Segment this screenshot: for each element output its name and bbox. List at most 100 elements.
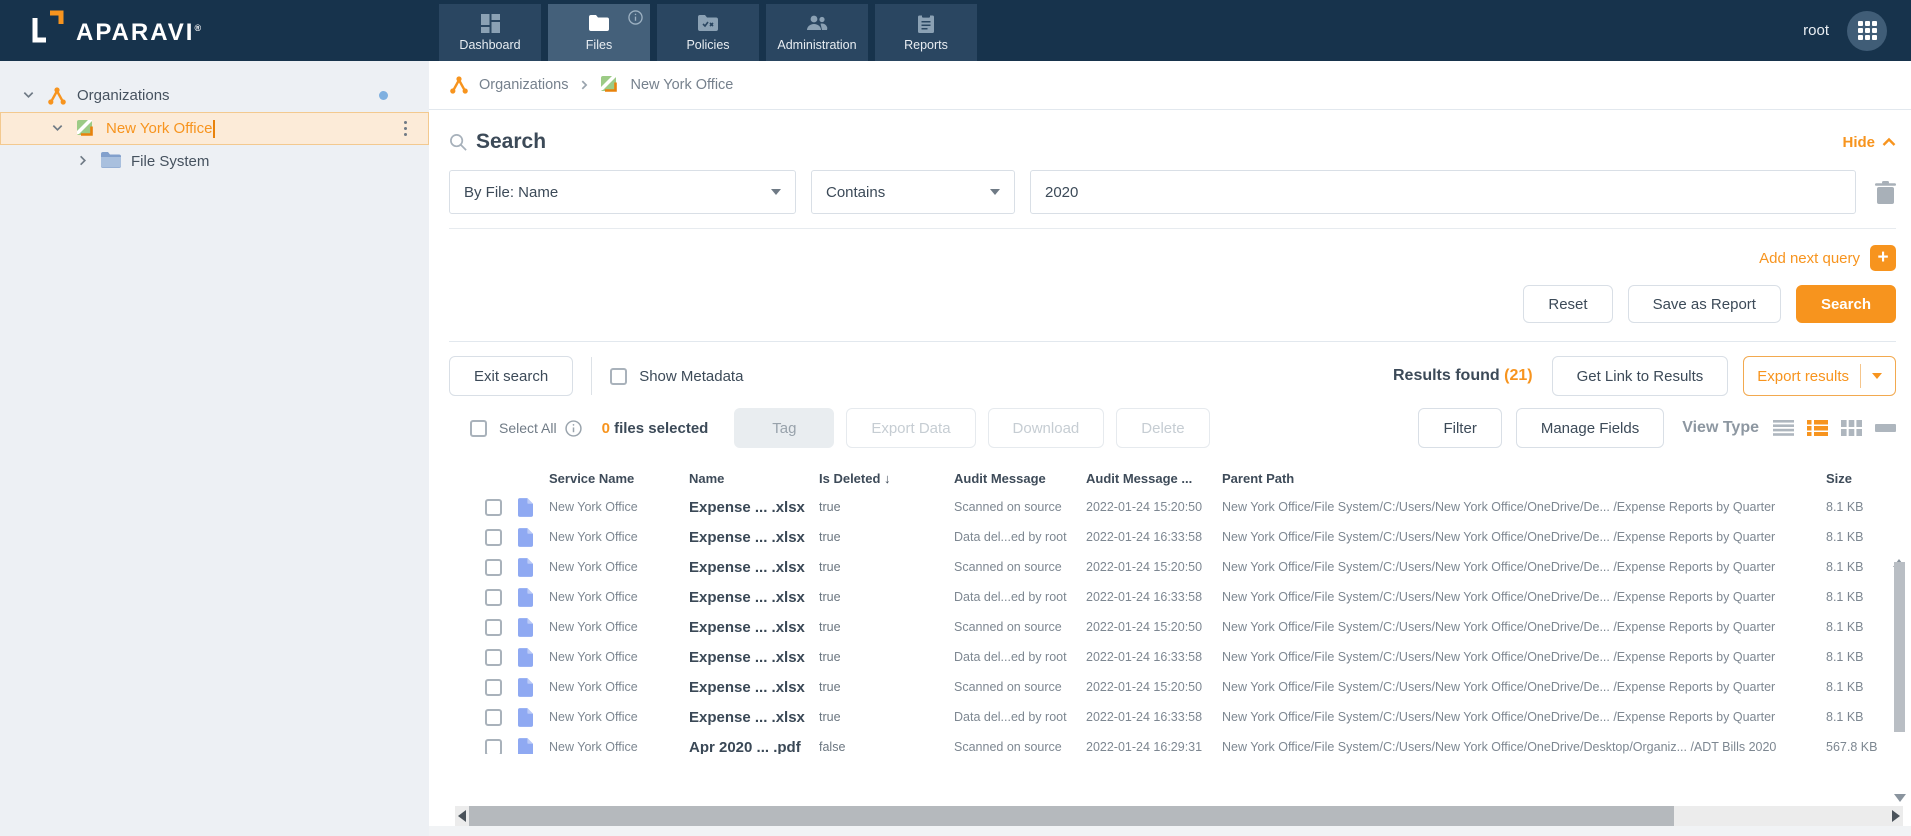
row-checkbox[interactable] [485, 618, 502, 636]
table-row[interactable]: New York Office Expense ... .xlsx true S… [429, 612, 1911, 642]
header-audit-message-time[interactable]: Audit Message ... [1086, 471, 1222, 486]
view-type-switcher [1773, 420, 1896, 436]
show-metadata-checkbox[interactable] [610, 367, 628, 385]
people-icon [806, 13, 828, 33]
row-checkbox[interactable] [485, 558, 502, 576]
manage-fields-button[interactable]: Manage Fields [1515, 408, 1665, 448]
app-grid-button[interactable] [1847, 10, 1887, 51]
chevron-down-icon[interactable] [51, 121, 66, 136]
horizontal-scroll-thumb[interactable] [469, 806, 1674, 826]
cell-audit-message-time: 2022-01-24 16:33:58 [1086, 530, 1203, 544]
table-row[interactable]: New York Office Expense ... .xlsx true D… [429, 522, 1911, 552]
vertical-scroll-thumb[interactable] [1894, 562, 1905, 732]
cell-name: Expense ... .xlsx [689, 678, 805, 696]
export-results-button[interactable]: Export results [1743, 356, 1896, 396]
tab-policies[interactable]: Policies [657, 4, 759, 61]
header-audit-message[interactable]: Audit Message [954, 471, 1086, 486]
cell-audit-message: Scanned on source [954, 500, 1062, 514]
file-icon [518, 737, 533, 754]
cell-parent-path: New York Office/File System/C:/Users/New… [1222, 710, 1776, 724]
vertical-scrollbar[interactable] [1893, 542, 1906, 802]
row-checkbox[interactable] [485, 498, 502, 516]
select-all-checkbox[interactable] [470, 419, 487, 437]
filter-button[interactable]: Filter [1418, 408, 1502, 448]
kebab-menu-icon[interactable] [401, 118, 411, 140]
row-checkbox[interactable] [485, 708, 502, 726]
aparavi-logo: APARAVI® [30, 9, 201, 52]
header-name[interactable]: Name [689, 471, 819, 486]
sidebar-item-label: File System [131, 153, 210, 170]
tab-files[interactable]: Files [548, 4, 650, 61]
export-data-button[interactable]: Export Data [846, 408, 976, 448]
cell-name: Expense ... .xlsx [689, 618, 805, 636]
save-as-report-button[interactable]: Save as Report [1627, 285, 1781, 323]
breadcrumb-organizations[interactable]: Organizations [479, 77, 568, 93]
sort-descending-icon: ↓ [884, 470, 891, 486]
table-row[interactable]: New York Office Expense ... .xlsx true D… [429, 582, 1911, 612]
cell-audit-message-time: 2022-01-24 15:20:50 [1086, 500, 1203, 514]
query-value-input[interactable] [1030, 170, 1856, 214]
exit-search-button[interactable]: Exit search [449, 356, 574, 396]
table-row[interactable]: New York Office Apr 2020 ... .pdf false … [429, 732, 1911, 754]
horizontal-scrollbar[interactable] [455, 806, 1903, 826]
cell-audit-message-time: 2022-01-24 16:33:58 [1086, 710, 1203, 724]
cell-is-deleted: true [819, 650, 841, 664]
add-next-query-link[interactable]: Add next query [1759, 250, 1860, 267]
cell-is-deleted: false [819, 740, 846, 754]
chevron-down-icon[interactable] [22, 88, 37, 103]
cell-audit-message-time: 2022-01-24 15:20:50 [1086, 560, 1203, 574]
cell-name: Expense ... .xlsx [689, 558, 805, 576]
header-size[interactable]: Size [1826, 471, 1906, 486]
tab-reports[interactable]: Reports [875, 4, 977, 61]
grid-view-icon[interactable] [1841, 420, 1862, 436]
single-view-icon[interactable] [1875, 420, 1896, 436]
header-service-name[interactable]: Service Name [549, 471, 689, 486]
scroll-right-arrow[interactable] [1892, 810, 1900, 822]
vertical-divider [591, 357, 593, 395]
scroll-left-arrow[interactable] [458, 810, 466, 822]
hide-search-link[interactable]: Hide [1842, 134, 1896, 151]
row-checkbox[interactable] [485, 648, 502, 666]
row-checkbox[interactable] [485, 588, 502, 606]
delete-button[interactable]: Delete [1116, 408, 1210, 448]
tab-administration[interactable]: Administration [766, 4, 868, 61]
breadcrumb-current[interactable]: New York Office [630, 77, 733, 93]
org-tree-sidebar: Organizations New York Office File Syste… [0, 61, 429, 836]
sidebar-item-new-york-office[interactable]: New York Office [0, 112, 429, 145]
table-row[interactable]: New York Office Expense ... .xlsx true D… [429, 702, 1911, 732]
text-cursor [213, 119, 216, 138]
search-button[interactable]: Search [1795, 285, 1896, 323]
field-select[interactable]: By File: Name [449, 170, 796, 214]
info-icon[interactable] [628, 10, 643, 25]
table-row[interactable]: New York Office Expense ... .xlsx true S… [429, 492, 1911, 522]
chevron-right-icon[interactable] [76, 154, 91, 169]
table-row[interactable]: New York Office Expense ... .xlsx true D… [429, 642, 1911, 672]
delete-query-button[interactable] [1875, 180, 1896, 204]
cell-service-name: New York Office [549, 590, 638, 604]
get-link-button[interactable]: Get Link to Results [1551, 356, 1729, 396]
row-checkbox[interactable] [485, 678, 502, 696]
table-row[interactable]: New York Office Expense ... .xlsx true S… [429, 552, 1911, 582]
row-checkbox[interactable] [485, 528, 502, 546]
table-row[interactable]: New York Office Expense ... .xlsx true S… [429, 672, 1911, 702]
download-button[interactable]: Download [987, 408, 1105, 448]
sidebar-item-file-system[interactable]: File System [0, 145, 429, 178]
tag-button[interactable]: Tag [734, 408, 835, 448]
operator-select[interactable]: Contains [811, 170, 1015, 214]
tab-dashboard[interactable]: Dashboard [439, 4, 541, 61]
header-parent-path[interactable]: Parent Path [1222, 471, 1826, 486]
table-header-row: Service Name Name Is Deleted ↓ Audit Mes… [429, 464, 1911, 492]
row-checkbox[interactable] [485, 738, 502, 754]
list-view-icon[interactable] [1773, 420, 1794, 436]
file-icon [518, 557, 533, 577]
header-is-deleted[interactable]: Is Deleted ↓ [819, 471, 954, 486]
reset-button[interactable]: Reset [1523, 285, 1613, 323]
cell-service-name: New York Office [549, 560, 638, 574]
info-icon[interactable] [564, 419, 582, 437]
scroll-down-arrow[interactable] [1893, 794, 1906, 802]
search-actions-row: Reset Save as Report Search [449, 285, 1896, 323]
sidebar-item-organizations[interactable]: Organizations [0, 79, 429, 112]
cell-parent-path: New York Office/File System/C:/Users/New… [1222, 500, 1776, 514]
detail-list-view-icon[interactable] [1807, 420, 1828, 436]
add-next-query-button[interactable]: + [1870, 245, 1896, 271]
